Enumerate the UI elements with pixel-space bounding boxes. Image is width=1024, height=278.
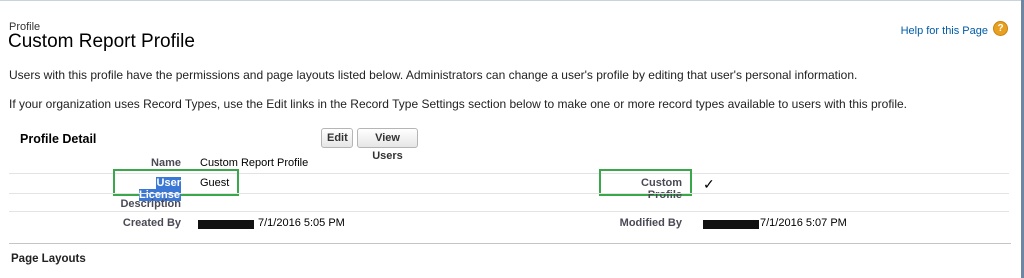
- name-value: Custom Report Profile: [200, 157, 309, 169]
- profile-detail-heading: Profile Detail: [20, 132, 97, 146]
- custom-profile-checkmark: ✓: [703, 176, 715, 192]
- modified-by-label: Modified By: [619, 217, 682, 229]
- intro-text-permissions: Users with this profile have the permiss…: [9, 68, 858, 82]
- help-link[interactable]: Help for this Page: [901, 25, 988, 37]
- redacted-created-by-name: [198, 220, 254, 229]
- created-by-date: 7/1/2016 5:05 PM: [258, 217, 345, 229]
- row-divider: [9, 211, 1009, 212]
- intro-text-record-types: If your organization uses Record Types, …: [9, 97, 908, 111]
- name-label: Name: [151, 157, 181, 169]
- section-separator: [9, 243, 1011, 244]
- custom-profile-label: Custom Profile: [641, 177, 682, 201]
- page-title: Custom Report Profile: [8, 31, 195, 52]
- page-layouts-heading: Page Layouts: [11, 253, 86, 265]
- user-license-value: Guest: [200, 177, 230, 189]
- created-by-label: Created By: [122, 217, 181, 229]
- modified-by-date: 7/1/2016 5:07 PM: [760, 217, 847, 229]
- view-users-button[interactable]: View Users: [357, 128, 418, 162]
- row-divider: [9, 193, 1009, 194]
- edit-button[interactable]: Edit: [321, 128, 353, 148]
- redacted-modified-by-name: [703, 220, 759, 229]
- description-label: Description: [120, 198, 181, 210]
- frame-top-border: [0, 0, 1024, 1]
- help-icon[interactable]: ?: [993, 21, 1008, 36]
